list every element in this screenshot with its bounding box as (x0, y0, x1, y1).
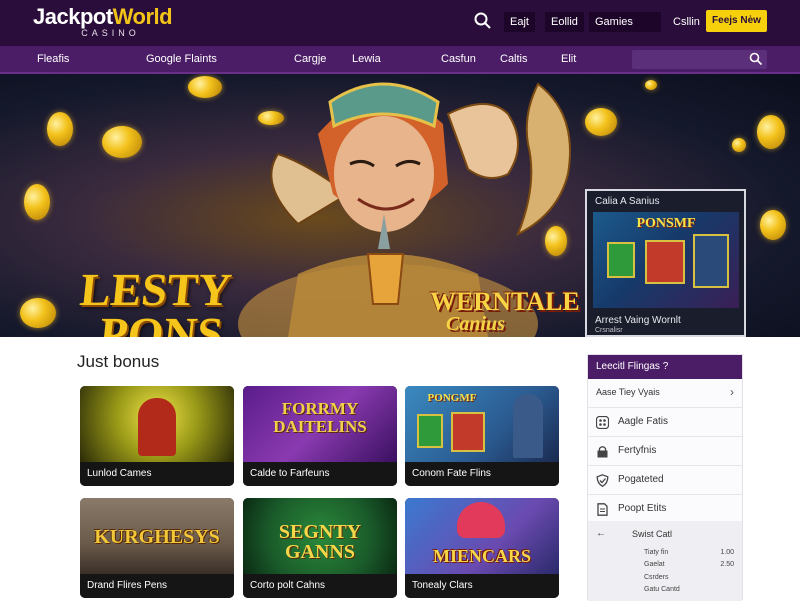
nav-item-1[interactable]: Fleafis (37, 53, 69, 65)
sidebar-row-first[interactable]: Aase Tiey Vyais › (588, 379, 742, 408)
slot-symbol (417, 414, 443, 448)
nav-item-2[interactable]: Google Flaints (146, 53, 217, 65)
nav-item-4[interactable]: Lewia (352, 53, 381, 65)
sidebar-item-label: Fertyfnis (618, 445, 657, 456)
top-link-4[interactable]: Csllin (673, 12, 700, 32)
sidebar-item-label: Pogateted (618, 474, 664, 485)
game-tile[interactable]: MIENCARS Tonealy Clars (405, 498, 559, 598)
game-character (457, 502, 505, 538)
slot-symbol (607, 242, 635, 278)
coin-icon (760, 210, 786, 240)
game-tile-art: MIENCARS (405, 498, 559, 574)
coin-icon (24, 184, 50, 220)
nav-item-6[interactable]: Caltis (500, 53, 528, 65)
game-tile[interactable]: KURGHESYS Drand Flires Pens (80, 498, 234, 598)
sidebar-item-label: Aagle Fatis (618, 416, 669, 427)
sidebar-line-label: Csrders (644, 574, 669, 581)
promo-card-header: Calia A Sanius (595, 196, 660, 207)
hero-brand-sub: Canius (446, 313, 505, 335)
game-tile[interactable]: PONGMF Conom Fate Flins (405, 386, 559, 486)
sidebar-line-value: 1.00 (720, 549, 734, 556)
coin-icon (20, 298, 56, 328)
sidebar-header: Leecitl Flingas ? (588, 355, 742, 379)
sidebar-item[interactable]: Poopt Etits (588, 495, 742, 524)
top-link-3[interactable]: Gamies (589, 12, 661, 32)
sidebar-item[interactable]: Fertyfnis (588, 437, 742, 466)
promo-card-caption: Arrest Vaing Wornlt (595, 315, 681, 326)
promo-art-text: PONSMF (636, 216, 696, 231)
logo-subtitle: CASINO (81, 28, 140, 38)
game-character (513, 394, 543, 458)
game-tile[interactable]: Lunlod Cames (80, 386, 234, 486)
coin-icon (757, 115, 785, 149)
hero-banner[interactable]: LESTY PONS WERNTALE Canius Calia A Saniu… (0, 74, 800, 337)
sidebar-line-value: 2.50 (720, 561, 734, 568)
game-tile-art: KURGHESYS (80, 498, 234, 574)
promo-card-image: PONSMF (593, 212, 739, 308)
hero-title-line1: LESTY (77, 264, 234, 315)
game-tile-art-text: KURGHESYS (94, 526, 220, 548)
nav-item-5[interactable]: Casfun (441, 53, 476, 65)
sidebar-subpanel: ← Swist Catl Tiaty fin 1.00 Gaelat 2.50 … (588, 521, 742, 601)
document-icon (597, 503, 608, 516)
nav-item-3[interactable]: Cargje (294, 53, 326, 65)
game-tile-art: SEGNTY GANNS (243, 498, 397, 574)
main-nav: Fleafis Google Flaints Cargje Lewia Casf… (0, 46, 800, 74)
sidebar-item[interactable]: Pogateted (588, 466, 742, 495)
logo-accent-text: World (112, 4, 173, 29)
hero-title: LESTY PONS (73, 264, 234, 337)
shield-icon (596, 474, 609, 487)
game-tile-art-text: PONGMF (427, 392, 477, 404)
sidebar-subpanel-title: Swist Catl (632, 529, 673, 539)
game-tile-label: Conom Fate Flins (405, 462, 559, 486)
promo-card[interactable]: Calia A Sanius PONSMF Arrest Vaing Wornl… (585, 189, 746, 337)
logo-text: Jackpot (33, 4, 113, 29)
search-icon[interactable] (749, 52, 763, 66)
coin-icon (188, 76, 222, 98)
coin-icon (645, 80, 657, 90)
top-link-2[interactable]: Eollid (545, 12, 584, 32)
section-title: Just bonus (77, 352, 160, 371)
game-tile-art (80, 386, 234, 462)
join-now-button[interactable]: Feejs Nėw (706, 10, 767, 32)
game-character (138, 398, 176, 456)
back-arrow-icon[interactable]: ← (596, 528, 606, 539)
game-tile-label: Tonealy Clars (405, 574, 559, 598)
game-tile-art: FORRMY DAITELINS (243, 386, 397, 462)
slot-symbol (693, 234, 729, 288)
coin-icon (102, 126, 142, 158)
sidebar-row-label: Aase Tiey Vyais (596, 387, 660, 397)
promo-card-subcaption: Crsnalisr (595, 327, 623, 334)
hero-title-line2: PONS (97, 308, 226, 337)
sidebar-line-label: Gatu Cantd (644, 586, 680, 593)
lock-icon (597, 446, 608, 458)
top-bar: JackpotWorld CASINO Eajt Eollid Gamies C… (0, 0, 800, 46)
top-link-1[interactable]: Eajt (504, 12, 535, 32)
game-tile-label: Lunlod Cames (80, 462, 234, 486)
sidebar-line-label: Tiaty fin (644, 549, 669, 556)
game-tile-label: Corto polt Cahns (243, 574, 397, 598)
sidebar-item-label: Poopt Etits (618, 503, 667, 514)
sidebar-line-label: Gaelat (644, 561, 665, 568)
slot-symbol (451, 412, 485, 452)
game-tile[interactable]: FORRMY DAITELINS Calde to Farfeuns (243, 386, 397, 486)
logo[interactable]: JackpotWorld CASINO (33, 4, 173, 39)
sidebar-item[interactable]: Aagle Fatis (588, 408, 742, 437)
coin-icon (47, 112, 73, 146)
nav-item-7[interactable]: Elit (561, 53, 576, 65)
coin-icon (732, 138, 746, 152)
game-tile-label: Calde to Farfeuns (243, 462, 397, 486)
game-tile-art-text: SEGNTY GANNS (278, 521, 362, 563)
game-tile-art: PONGMF (405, 386, 559, 462)
grid-icon (596, 416, 609, 429)
nav-search-input[interactable] (632, 50, 767, 69)
game-tile-label: Drand Flires Pens (80, 574, 234, 598)
game-tile[interactable]: SEGNTY GANNS Corto polt Cahns (243, 498, 397, 598)
game-tile-art-text: FORRMY DAITELINS (273, 399, 367, 436)
game-tile-art-text: MIENCARS (432, 546, 531, 566)
search-icon[interactable] (473, 11, 493, 31)
sidebar-panel: Leecitl Flingas ? Aase Tiey Vyais › Aagl… (587, 354, 743, 601)
slot-symbol (645, 240, 685, 284)
chevron-right-icon: › (730, 385, 734, 399)
